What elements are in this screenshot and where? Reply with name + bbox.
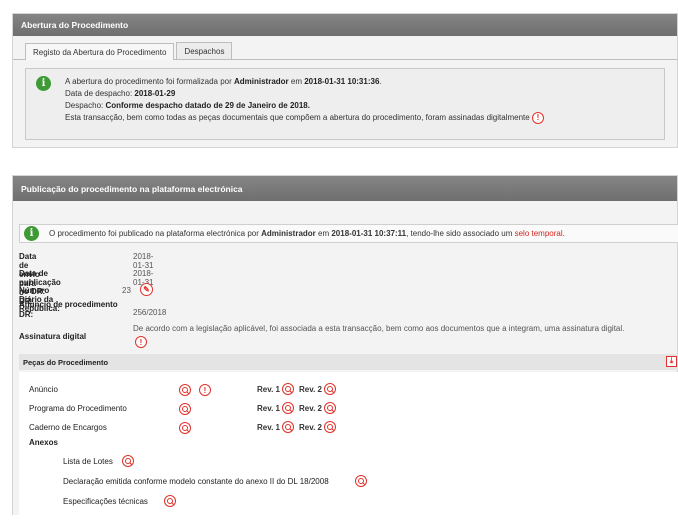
tab-registo-abertura[interactable]: Registo da Abertura do Procedimento — [25, 43, 175, 60]
magnifier-icon[interactable] — [282, 421, 294, 433]
abertura-info-lines: A abertura do procedimento foi formaliza… — [65, 76, 544, 133]
abertura-info-box: i A abertura do procedimento foi formali… — [25, 68, 665, 140]
magnifier-icon[interactable] — [282, 402, 294, 414]
edit-icon[interactable]: ✎ — [140, 283, 153, 296]
abertura-line-1: A abertura do procedimento foi formaliza… — [65, 77, 382, 86]
abertura-line-2: Data de despacho: 2018-01-29 — [65, 89, 176, 98]
selo-temporal-link[interactable]: selo temporal — [515, 229, 563, 238]
publicacao-notice-text: O procedimento foi publicado na platafor… — [49, 229, 565, 238]
abertura-header: Abertura do Procedimento — [13, 14, 677, 36]
download-icon[interactable]: ⤓ — [666, 356, 677, 367]
seal-icon[interactable]: ! — [531, 112, 544, 124]
pecas-list: Anúncio ! Rev. 1 Rev. 2 Programa do Proc… — [19, 372, 678, 522]
magnifier-icon[interactable] — [179, 403, 191, 415]
abertura-line-4: Esta transacção, bem como todas as peças… — [65, 112, 544, 124]
publicacao-header: Publicação do procedimento na plataforma… — [13, 176, 677, 201]
tab-despachos[interactable]: Despachos — [176, 42, 233, 59]
magnifier-icon[interactable] — [164, 495, 176, 507]
abertura-panel: Abertura do Procedimento Registo da Aber… — [12, 13, 678, 148]
seal-icon[interactable]: ! — [135, 336, 147, 348]
publicacao-panel: Publicação do procedimento na plataforma… — [12, 175, 678, 522]
info-icon: i — [24, 226, 39, 241]
magnifier-icon[interactable] — [179, 422, 191, 434]
magnifier-icon[interactable] — [179, 384, 191, 396]
magnifier-icon[interactable] — [282, 383, 294, 395]
magnifier-icon[interactable] — [324, 421, 336, 433]
info-icon: i — [36, 76, 51, 91]
publicacao-title: Publicação do procedimento na plataforma… — [21, 183, 243, 194]
publicacao-notice: i O procedimento foi publicado na plataf… — [19, 224, 678, 243]
magnifier-icon[interactable] — [324, 383, 336, 395]
abertura-tabs: Registo da Abertura do Procedimento Desp… — [13, 36, 677, 60]
magnifier-icon[interactable] — [355, 475, 367, 487]
abertura-title: Abertura do Procedimento — [21, 20, 129, 30]
pecas-title: Peças do Procedimento — [23, 357, 109, 367]
pecas-header: Peças do Procedimento ⤓ — [19, 354, 678, 370]
seal-icon[interactable]: ! — [199, 384, 211, 396]
magnifier-icon[interactable] — [122, 455, 134, 467]
abertura-line-3: Despacho: Conforme despacho datado de 29… — [65, 101, 310, 110]
magnifier-icon[interactable] — [324, 402, 336, 414]
